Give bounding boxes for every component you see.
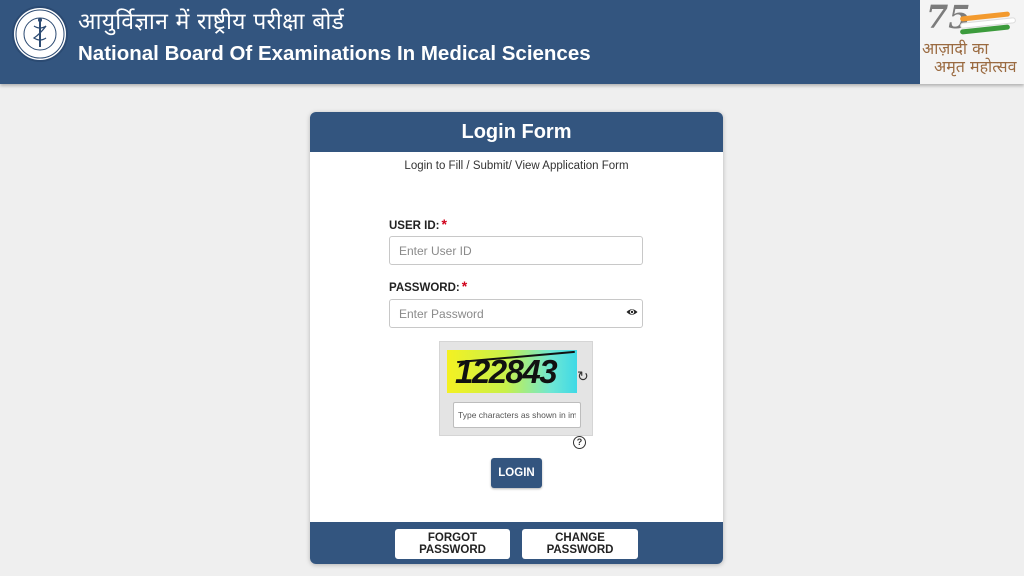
user-id-label-text: USER ID: <box>389 220 440 232</box>
password-label-text: PASSWORD: <box>389 282 460 294</box>
azadi-ka-amrit-mahotsav-logo: 75 आज़ादी का अमृत महोत्सव <box>920 0 1024 84</box>
login-card: Login Form Login to Fill / Submit/ View … <box>310 112 723 564</box>
login-form-subtitle: Login to Fill / Submit/ View Application… <box>404 160 629 172</box>
question-circle-icon[interactable]: ? <box>573 436 586 449</box>
captcha-text: 122843 <box>455 353 558 390</box>
captcha-image: 122843 <box>447 350 577 393</box>
required-mark: * <box>441 216 447 232</box>
user-id-label: USER ID: * <box>389 216 447 232</box>
change-password-button[interactable]: CHANGE PASSWORD <box>522 529 638 559</box>
login-button[interactable]: LOGIN <box>491 458 542 488</box>
site-title-hindi: आयुर्विज्ञान में राष्ट्रीय परीक्षा बोर्ड <box>78 9 345 35</box>
forgot-password-button[interactable]: FORGOT PASSWORD <box>395 529 510 559</box>
nbems-emblem-icon[interactable] <box>12 6 68 62</box>
password-input[interactable] <box>389 299 643 328</box>
required-mark: * <box>461 278 468 294</box>
site-title-english: National Board Of Examinations In Medica… <box>78 42 591 65</box>
user-id-input[interactable] <box>389 236 643 265</box>
login-form-title: Login Form <box>310 112 723 152</box>
site-header: आयुर्विज्ञान में राष्ट्रीय परीक्षा बोर्ड… <box>0 0 1024 84</box>
captcha-input[interactable] <box>453 402 581 428</box>
captcha-container: 122843 ↻ <box>439 341 593 436</box>
refresh-icon[interactable]: ↻ <box>577 368 589 385</box>
eye-icon[interactable] <box>626 307 638 317</box>
login-card-footer: FORGOT PASSWORD CHANGE PASSWORD <box>310 522 723 564</box>
amrit-line-2: अमृत महोत्सव <box>934 57 1017 76</box>
password-label: PASSWORD: * <box>389 278 467 294</box>
